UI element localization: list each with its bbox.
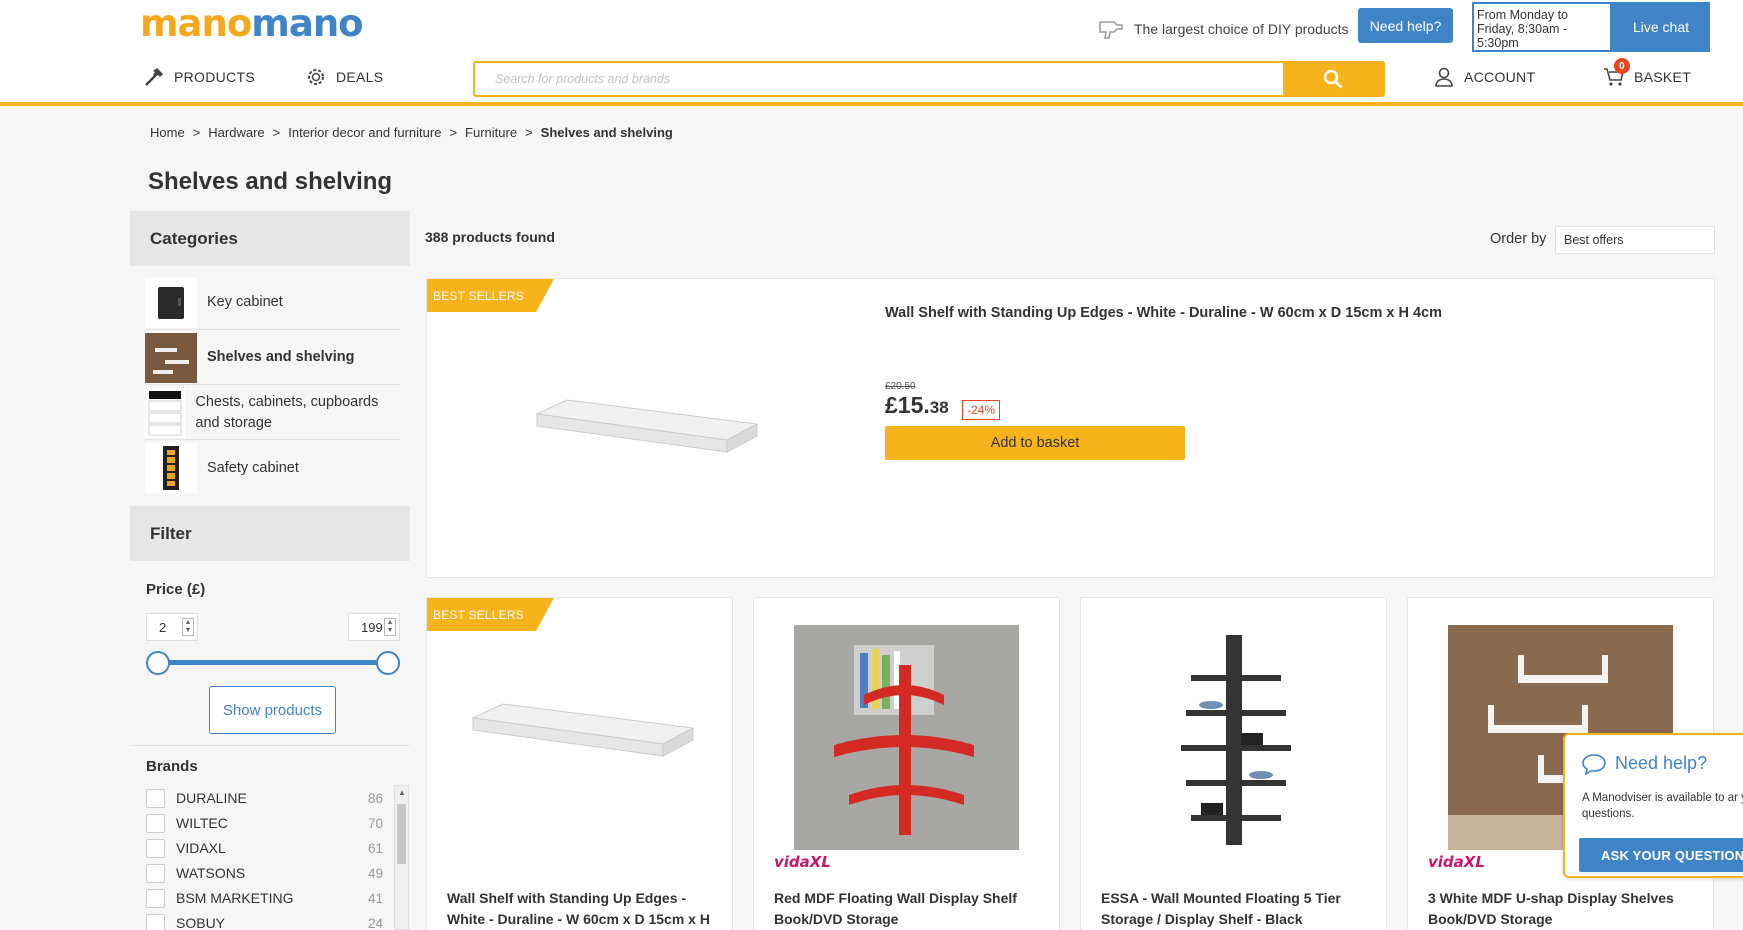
price-max-input[interactable]: 199 ▲ ▼ <box>348 613 400 641</box>
product-image <box>1181 635 1291 845</box>
shelves-image <box>145 332 197 383</box>
order-by-select[interactable]: Best offers <box>1555 226 1715 254</box>
best-sellers-badge: BEST SELLERS <box>427 279 554 312</box>
chests-image <box>145 387 186 438</box>
brands-scrollbar[interactable]: ▲ <box>394 785 409 930</box>
brand-option[interactable]: WILTEC 70 <box>146 812 383 834</box>
tagline: The largest choice of DIY products <box>1098 18 1349 40</box>
site-header: manomano The largest choice of DIY produ… <box>0 0 1743 106</box>
user-icon <box>1435 67 1453 87</box>
search-button[interactable] <box>1283 63 1383 95</box>
help-popup-title: Need help? <box>1615 753 1708 773</box>
price-min-stepper[interactable]: ▲ ▼ <box>182 618 194 636</box>
filter-header: Filter <box>130 506 410 561</box>
brand-option[interactable]: SOBUY 24 <box>146 912 383 930</box>
price-range-min-handle[interactable] <box>146 651 170 675</box>
product-title[interactable]: ESSA - Wall Mounted Floating 5 Tier Stor… <box>1101 888 1366 930</box>
breadcrumb-hardware[interactable]: Hardware <box>208 125 264 140</box>
nav-deals[interactable]: DEALS <box>305 66 383 88</box>
breadcrumb-furniture[interactable]: Furniture <box>465 125 517 140</box>
price-min-input[interactable]: 2 ▲ ▼ <box>146 613 198 641</box>
price-range-max-handle[interactable] <box>376 651 400 675</box>
product-title[interactable]: Wall Shelf with Standing Up Edges - Whit… <box>447 888 712 930</box>
vidaxl-logo: vidaXL <box>1428 853 1485 871</box>
breadcrumb-home[interactable]: Home <box>150 125 185 140</box>
brand-option[interactable]: VIDAXL 61 <box>146 837 383 859</box>
brand-option[interactable]: DURALINE 86 <box>146 787 383 809</box>
brands-title: Brands <box>146 758 198 775</box>
category-chests[interactable]: Chests, cabinets, cupboards and storage <box>145 386 400 440</box>
price-filter-label: Price (£) <box>146 581 206 598</box>
help-chat-popup: Need help? A Manodviser is available to … <box>1563 733 1743 878</box>
best-sellers-badge: BEST SELLERS <box>427 598 554 631</box>
hammer-icon <box>145 68 163 86</box>
price-max-stepper[interactable]: ▲ ▼ <box>384 618 396 636</box>
page-title: Shelves and shelving <box>148 168 393 195</box>
featured-product-title[interactable]: Wall Shelf with Standing Up Edges - Whit… <box>885 305 1442 321</box>
product-image <box>794 625 1019 850</box>
drill-icon <box>1099 21 1123 39</box>
results-count: 388 products found <box>425 229 555 245</box>
add-to-basket-button[interactable]: Add to basket <box>885 426 1185 460</box>
key-cabinet-image <box>145 277 197 328</box>
brand-checkbox[interactable] <box>146 788 165 808</box>
featured-discount-badge: -24% <box>962 400 1001 420</box>
order-by-label: Order by <box>1490 231 1547 247</box>
breadcrumb: Home > Hardware > Interior decor and furni… <box>150 125 673 140</box>
nav-basket[interactable]: 0 BASKET <box>1603 58 1691 88</box>
breadcrumb-current: Shelves and shelving <box>540 125 673 140</box>
featured-product-image <box>535 399 759 453</box>
nav-products[interactable]: PRODUCTS <box>143 66 255 88</box>
product-card[interactable]: vidaXL Red MDF Floating Wall Display She… <box>753 597 1060 930</box>
product-title[interactable]: 3 White MDF U-shap Display Shelves Book/… <box>1428 888 1693 930</box>
brand-checkbox[interactable] <box>146 863 165 883</box>
price-range-track[interactable] <box>158 660 388 665</box>
brand-checkbox[interactable] <box>146 838 165 858</box>
show-products-button[interactable]: Show products <box>209 686 336 734</box>
manomano-logo[interactable]: manomano <box>140 2 364 45</box>
featured-price: £15.38 <box>885 392 949 418</box>
product-image <box>471 703 695 757</box>
safety-cabinet-image <box>145 443 197 493</box>
search-bar <box>473 61 1385 97</box>
category-key-cabinet[interactable]: Key cabinet <box>145 276 400 330</box>
brand-checkbox[interactable] <box>146 813 165 833</box>
nav-account[interactable]: ACCOUNT <box>1433 66 1535 88</box>
basket-count-badge: 0 <box>1614 58 1630 74</box>
vidaxl-logo: vidaXL <box>774 853 831 871</box>
brand-checkbox[interactable] <box>146 913 165 930</box>
search-icon <box>1323 69 1343 89</box>
brand-checkbox[interactable] <box>146 888 165 908</box>
product-title[interactable]: Red MDF Floating Wall Display Shelf Book… <box>774 888 1039 930</box>
product-card[interactable]: BEST SELLERS Wall Shelf with Standing Up… <box>426 597 733 930</box>
need-help-button[interactable]: Need help? <box>1358 8 1453 43</box>
ask-question-button[interactable]: ASK YOUR QUESTION <box>1579 838 1743 872</box>
search-input[interactable] <box>475 63 1283 95</box>
product-card[interactable]: ESSA - Wall Mounted Floating 5 Tier Stor… <box>1080 597 1387 930</box>
category-safety-cabinet[interactable]: Safety cabinet <box>145 441 400 495</box>
featured-old-price: £20.50 <box>885 381 916 392</box>
deals-gear-icon <box>308 69 324 85</box>
tagline-text: The largest choice of DIY products <box>1134 21 1349 37</box>
live-chat-button[interactable]: Live chat <box>1612 2 1710 52</box>
categories-header: Categories <box>130 211 410 266</box>
chat-bubble-icon <box>1582 754 1606 775</box>
category-shelves[interactable]: Shelves and shelving <box>145 331 400 385</box>
brand-option[interactable]: WATSONS 49 <box>146 862 383 884</box>
support-hours: From Monday to Friday, 8:30am - 5:30pm <box>1472 2 1612 52</box>
sidebar-divider <box>130 745 410 746</box>
breadcrumb-interior[interactable]: Interior decor and furniture <box>288 125 441 140</box>
brand-option[interactable]: BSM MARKETING 41 <box>146 887 383 909</box>
help-popup-text: A Manodviser is available to ar your que… <box>1582 792 1743 820</box>
